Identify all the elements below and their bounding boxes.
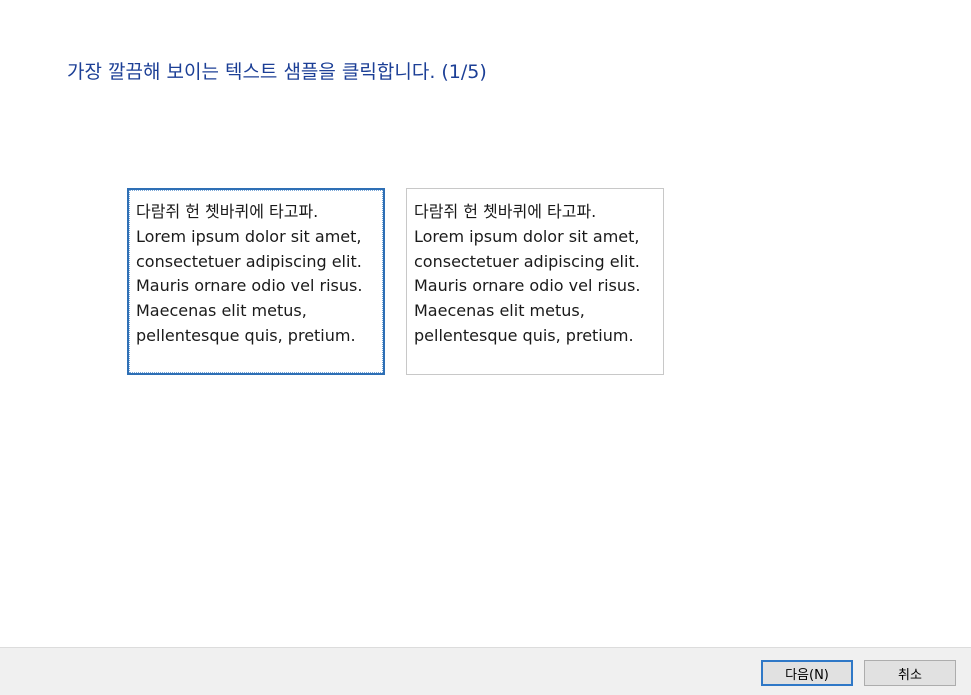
- instruction-heading: 가장 깔끔해 보이는 텍스트 샘플을 클릭합니다. (1/5): [67, 61, 487, 83]
- sample-2-text: 다람쥐 헌 쳇바퀴에 타고파. Lorem ipsum dolor sit am…: [414, 202, 641, 345]
- sample-1-text: 다람쥐 헌 쳇바퀴에 타고파. Lorem ipsum dolor sit am…: [136, 202, 363, 345]
- cancel-button[interactable]: 취소: [864, 660, 956, 686]
- text-sample-2[interactable]: 다람쥐 헌 쳇바퀴에 타고파. Lorem ipsum dolor sit am…: [406, 188, 664, 375]
- cleartype-tuner-dialog: 가장 깔끔해 보이는 텍스트 샘플을 클릭합니다. (1/5) 다람쥐 헌 쳇바…: [0, 0, 971, 695]
- text-sample-1[interactable]: 다람쥐 헌 쳇바퀴에 타고파. Lorem ipsum dolor sit am…: [127, 188, 385, 375]
- dialog-footer: 다음(N) 취소: [0, 647, 971, 695]
- next-button[interactable]: 다음(N): [761, 660, 853, 686]
